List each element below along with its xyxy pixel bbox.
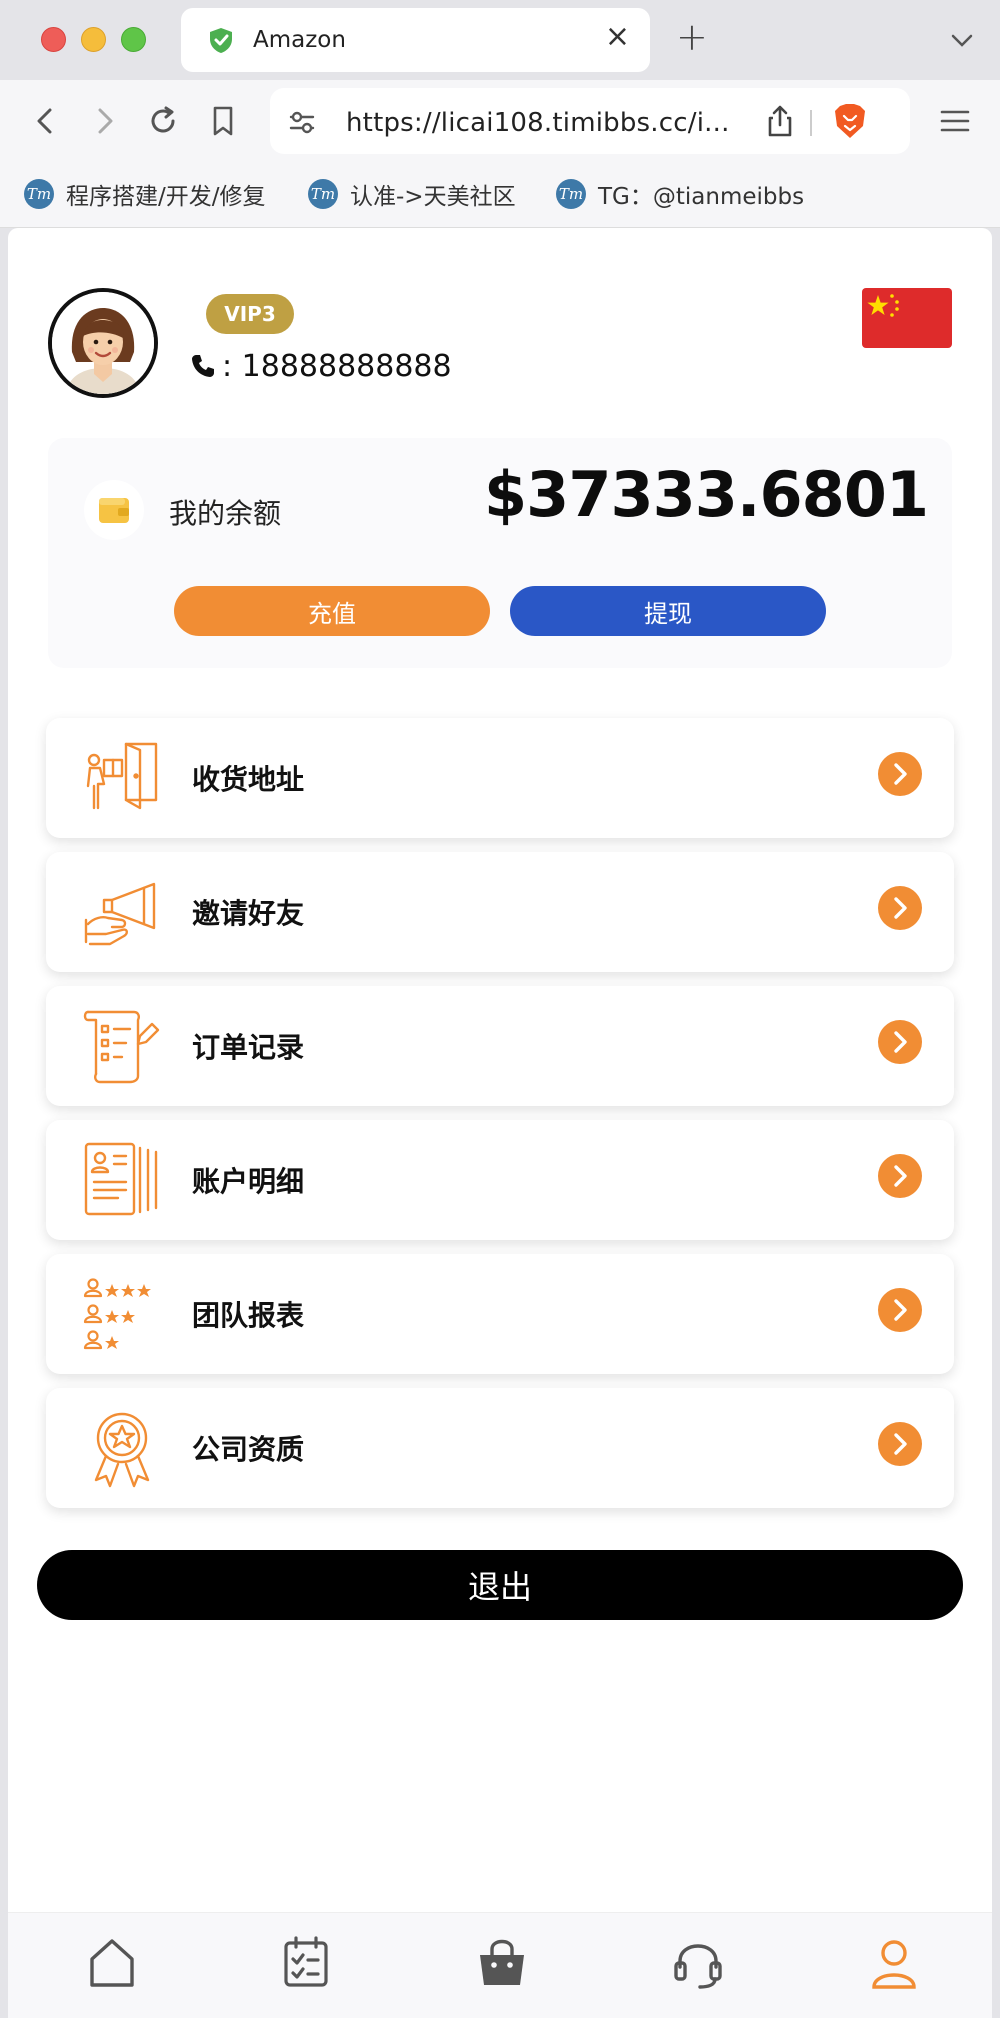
balance-amount: $37333.6801 (484, 458, 929, 531)
url-text: https://licai108.timibbs.cc/i... (346, 108, 730, 138)
site-settings-icon[interactable] (288, 108, 316, 136)
browser-toolbar: https://licai108.timibbs.cc/i... (0, 80, 1000, 162)
menu-item-shipping-address[interactable]: 收货地址 (46, 718, 954, 838)
chevron-down-icon[interactable] (948, 26, 976, 54)
avatar[interactable] (48, 288, 158, 398)
woman-avatar-icon (52, 292, 154, 394)
chevron-right-icon[interactable] (878, 886, 922, 930)
new-tab-icon[interactable]: + (676, 18, 708, 56)
logout-button[interactable]: 退出 (37, 1550, 963, 1620)
back-arrow-icon[interactable] (26, 102, 64, 140)
forward-arrow-icon[interactable] (86, 102, 124, 140)
shield-check-icon (210, 28, 232, 53)
chevron-right-icon[interactable] (878, 1288, 922, 1332)
phone-row: : 18888888888 (190, 346, 452, 386)
phone-icon (192, 355, 214, 377)
chevron-right-icon[interactable] (878, 752, 922, 796)
menu-item-order-records[interactable]: 订单记录 (46, 986, 954, 1106)
bookmark-icon[interactable] (204, 102, 242, 140)
brave-lion-icon[interactable] (832, 102, 868, 140)
balance-label: 我的余额 (169, 497, 282, 530)
reload-icon[interactable] (144, 102, 182, 140)
order-list-icon (83, 1010, 160, 1084)
wallet-icon (84, 480, 144, 540)
vip-level-badge: VIP3 (206, 294, 294, 334)
url-separator (810, 110, 812, 136)
bottom-nav (8, 1912, 992, 2018)
menu-list: 收货地址 邀请好友 订单记录 账户明细 团队报表 公司资质 (46, 718, 954, 1522)
tab-title: Amazon (253, 27, 346, 53)
minimize-window-button[interactable] (81, 27, 106, 52)
support-headset-icon[interactable] (668, 1933, 728, 1993)
tm-logo-icon: Tm (308, 179, 338, 209)
hamburger-menu-icon[interactable] (936, 102, 974, 140)
close-window-button[interactable] (41, 27, 66, 52)
tm-logo-icon: Tm (556, 179, 586, 209)
menu-label: 收货地址 (192, 763, 305, 796)
profile-page: VIP3 : 18888888888 我的余额 $37333.6801 充值 提… (8, 228, 992, 2018)
shop-bag-icon[interactable] (472, 1933, 532, 1993)
menu-label: 邀请好友 (192, 897, 305, 930)
chevron-right-icon[interactable] (878, 1020, 922, 1064)
delivery-address-icon (86, 742, 158, 810)
bookmark-item[interactable]: Tm 认准->天美社区 (308, 176, 516, 212)
browser-tab-active[interactable]: Amazon × (181, 8, 650, 72)
team-rating-icon (83, 1278, 151, 1350)
home-icon[interactable] (82, 1933, 142, 1993)
browser-tab-bar: Amazon × + (0, 0, 1000, 80)
share-icon[interactable] (764, 104, 796, 138)
tm-logo-icon: Tm (24, 179, 54, 209)
china-flag-icon[interactable] (862, 288, 952, 348)
menu-item-company-qualification[interactable]: 公司资质 (46, 1388, 954, 1508)
chevron-right-icon[interactable] (878, 1422, 922, 1466)
bookmark-label: 程序搭建/开发/修复 (66, 184, 266, 210)
menu-item-team-report[interactable]: 团队报表 (46, 1254, 954, 1374)
bookmark-item[interactable]: Tm TG：@tianmeibbs (556, 176, 804, 212)
tasks-icon[interactable] (276, 1933, 336, 1993)
menu-item-invite-friends[interactable]: 邀请好友 (46, 852, 954, 972)
profile-icon[interactable] (864, 1933, 924, 1993)
megaphone-invite-icon (84, 882, 156, 946)
bookmark-item[interactable]: Tm 程序搭建/开发/修复 (24, 176, 266, 212)
bookmark-label: 认准->天美社区 (350, 184, 516, 210)
tab-close-icon[interactable]: × (605, 22, 630, 52)
phone-number: : 18888888888 (222, 348, 452, 384)
menu-label: 账户明细 (192, 1165, 305, 1198)
menu-label: 公司资质 (192, 1433, 305, 1466)
award-badge-icon (94, 1412, 150, 1488)
address-bar[interactable]: https://licai108.timibbs.cc/i... (270, 88, 910, 154)
menu-label: 订单记录 (192, 1031, 305, 1064)
bookmarks-bar: Tm 程序搭建/开发/修复 Tm 认准->天美社区 Tm TG：@tianmei… (0, 162, 1000, 228)
menu-label: 团队报表 (192, 1299, 305, 1332)
chevron-right-icon[interactable] (878, 1154, 922, 1198)
bookmark-label: TG：@tianmeibbs (598, 184, 805, 210)
menu-item-account-details[interactable]: 账户明细 (46, 1120, 954, 1240)
recharge-button[interactable]: 充值 (174, 586, 490, 636)
maximize-window-button[interactable] (121, 27, 146, 52)
withdraw-button[interactable]: 提现 (510, 586, 826, 636)
account-details-icon (84, 1142, 158, 1216)
balance-card: 我的余额 $37333.6801 充值 提现 (48, 438, 952, 668)
